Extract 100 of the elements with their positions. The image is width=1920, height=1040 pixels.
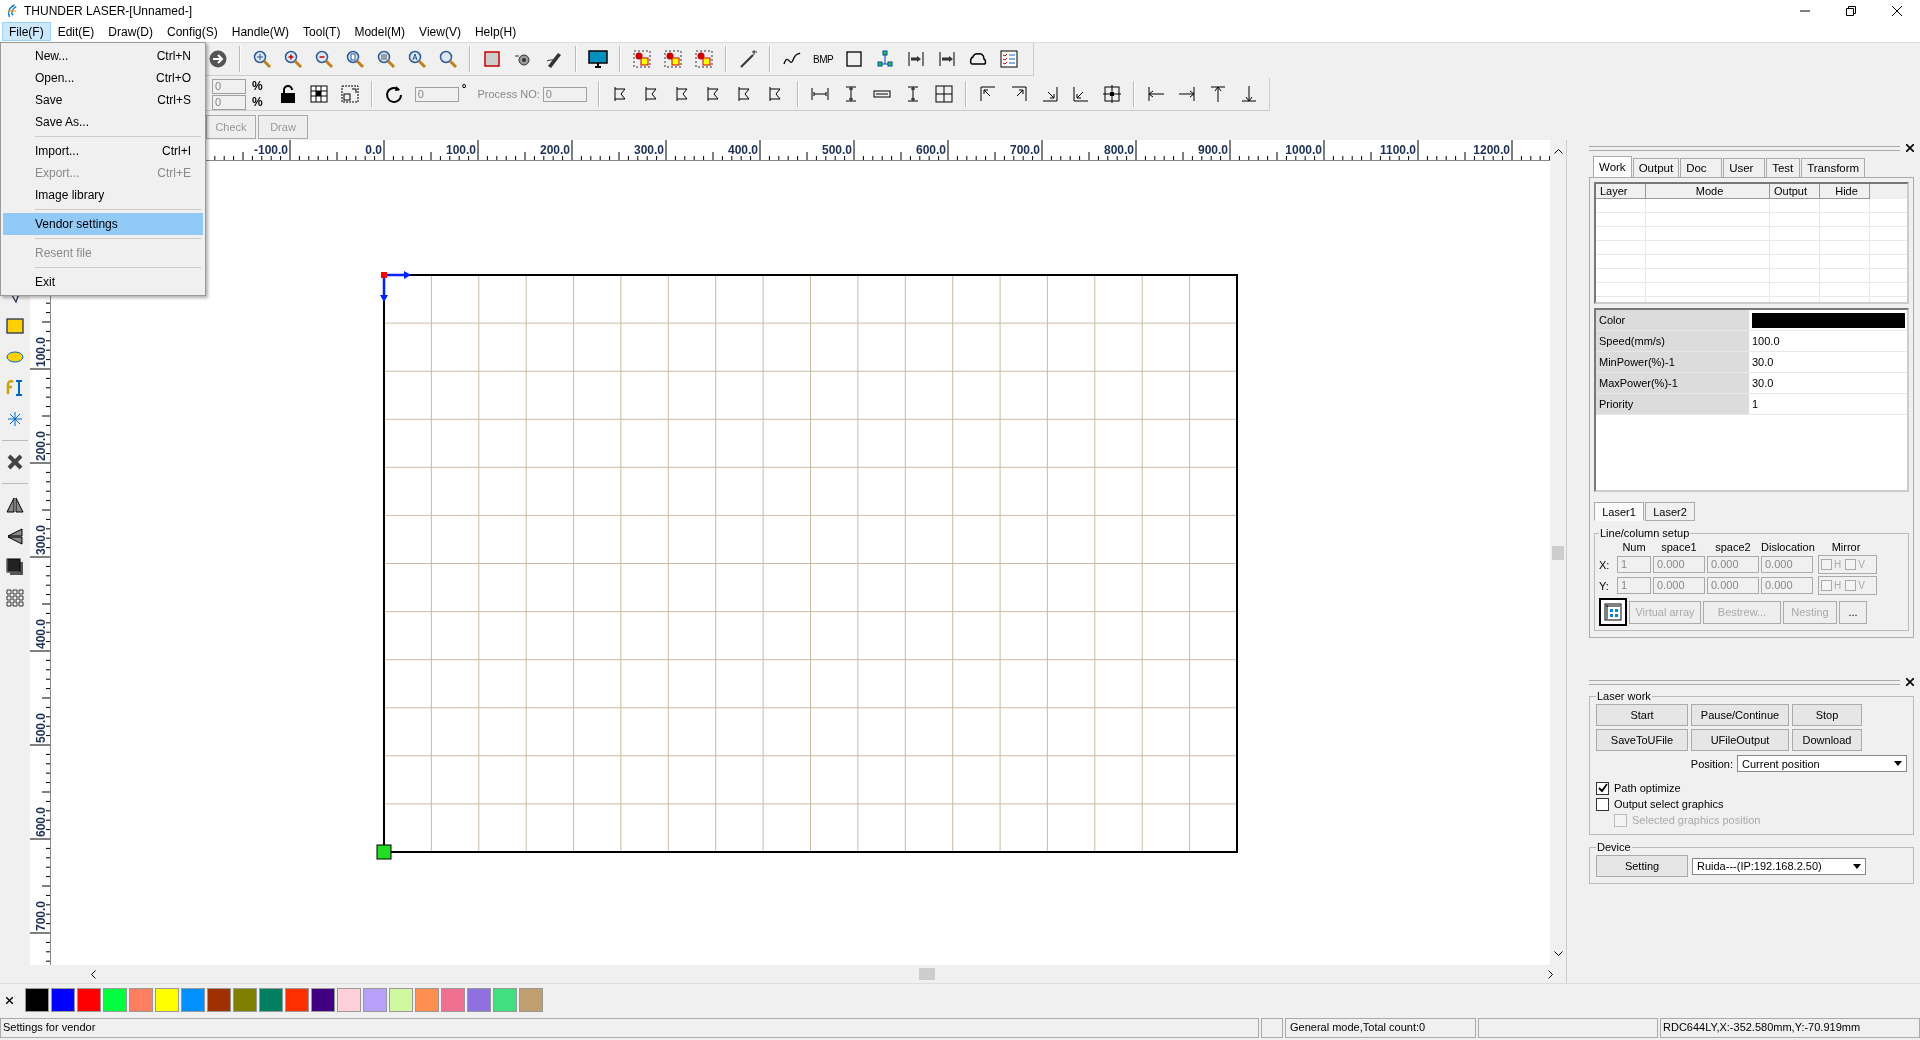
scroll-thumb[interactable]: [919, 968, 935, 980]
arrow-right-icon[interactable]: [1176, 84, 1197, 104]
select-group-icon[interactable]: [632, 49, 652, 69]
wand-icon[interactable]: [738, 49, 758, 69]
same-size-icon[interactable]: [933, 84, 954, 104]
color-swatch[interactable]: [519, 988, 543, 1012]
menu-item[interactable]: Vendor settings: [3, 213, 203, 235]
array-button[interactable]: [1599, 598, 1627, 626]
property-value[interactable]: 1: [1749, 394, 1907, 414]
menu-item[interactable]: Handle(W): [224, 22, 297, 41]
menu-item[interactable]: Save As...: [3, 111, 203, 133]
arrow-between-bars-icon[interactable]: [906, 49, 927, 69]
monitor-icon[interactable]: [588, 49, 608, 69]
menu-item[interactable]: New... Ctrl+N: [3, 45, 203, 67]
mirror-checkbox[interactable]: [1821, 580, 1832, 591]
color-swatch[interactable]: [129, 988, 153, 1012]
scroll-left-icon[interactable]: [90, 969, 96, 979]
color-swatch[interactable]: [285, 988, 309, 1012]
node-tree-icon[interactable]: [875, 49, 896, 69]
property-value[interactable]: 30.0: [1749, 373, 1907, 393]
close-icon[interactable]: [1906, 678, 1914, 686]
panel-tab[interactable]: Test: [1766, 158, 1801, 177]
color-swatch[interactable]: [207, 988, 231, 1012]
menu-item[interactable]: Edit(E): [50, 22, 102, 41]
zoom-grid-icon[interactable]: [376, 49, 396, 69]
mirror-checkbox[interactable]: [1845, 559, 1857, 570]
property-value[interactable]: 30.0: [1749, 352, 1907, 372]
bitmap-button[interactable]: BMP: [813, 53, 834, 65]
color-swatch[interactable]: [363, 988, 387, 1012]
color-swatch[interactable]: [155, 988, 179, 1012]
close-icon[interactable]: [6, 996, 13, 1004]
checklist-icon[interactable]: [999, 49, 1020, 69]
laser-work-button[interactable]: Start: [1596, 704, 1688, 726]
laser-tab[interactable]: Laser2: [1645, 502, 1695, 521]
menu-item[interactable]: Tool(T): [296, 22, 348, 41]
laser-work-button[interactable]: Pause/Continue: [1691, 704, 1789, 726]
array-grid-icon[interactable]: [5, 588, 25, 608]
center-point-icon[interactable]: [1101, 84, 1122, 104]
menu-item[interactable]: Draw(D): [101, 22, 161, 41]
arrow-to-bar-icon[interactable]: [937, 49, 958, 69]
laser-work-button[interactable]: Stop: [1792, 704, 1862, 726]
scroll-right-icon[interactable]: [1548, 969, 1554, 979]
zoom-letter-icon[interactable]: [407, 49, 427, 69]
restore-icon[interactable]: [1846, 5, 1856, 16]
select-group-icon[interactable]: [694, 49, 714, 69]
close-icon[interactable]: [1906, 144, 1914, 152]
device-dropdown[interactable]: Ruida---(IP:192.168.2.50): [1692, 857, 1866, 875]
color-swatch[interactable]: [389, 988, 413, 1012]
color-swatch[interactable]: [51, 988, 75, 1012]
panel-tab[interactable]: Transform: [1801, 158, 1866, 177]
laser-work-button[interactable]: SaveToUFile: [1596, 729, 1688, 751]
color-swatch[interactable]: [493, 988, 517, 1012]
panel-tab[interactable]: Work: [1593, 156, 1632, 177]
checkbox[interactable]: [1596, 781, 1609, 795]
color-swatch[interactable]: [103, 988, 127, 1012]
column-header[interactable]: Output: [1770, 184, 1820, 199]
menu-item[interactable]: View(V): [412, 22, 468, 41]
menu-item[interactable]: Save Ctrl+S: [3, 89, 203, 111]
scroll-thumb[interactable]: [1552, 545, 1564, 560]
mirror-vertical-icon[interactable]: [5, 526, 25, 546]
column-header[interactable]: Hide: [1820, 184, 1870, 199]
close-icon[interactable]: [1892, 5, 1902, 16]
mirror-checkbox[interactable]: [1821, 559, 1832, 570]
menu-item[interactable]: Model(M): [347, 22, 413, 41]
text-cursor-icon[interactable]: [5, 378, 25, 398]
scroll-up-icon[interactable]: [1553, 148, 1563, 154]
arrow-left-icon[interactable]: [1145, 84, 1166, 104]
panel-tab[interactable]: User: [1723, 158, 1766, 177]
square-icon[interactable]: [844, 49, 865, 69]
select-group-icon[interactable]: [663, 49, 683, 69]
zoom-in-icon[interactable]: [283, 49, 303, 69]
laser-work-button[interactable]: Download: [1792, 729, 1862, 751]
array-button[interactable]: ...: [1839, 600, 1867, 624]
grid-icon[interactable]: [308, 84, 329, 104]
color-swatch[interactable]: [25, 988, 49, 1012]
position-dropdown[interactable]: Current position: [1737, 755, 1907, 772]
color-swatch[interactable]: [1752, 312, 1905, 328]
color-swatch[interactable]: [259, 988, 283, 1012]
menu-item[interactable]: Help(H): [467, 22, 524, 41]
color-swatch[interactable]: [181, 988, 205, 1012]
column-header[interactable]: Layer: [1596, 184, 1646, 199]
panel-tab[interactable]: Output: [1632, 158, 1680, 177]
mirror-horizontal-icon[interactable]: [5, 495, 25, 515]
panel-tab[interactable]: Doc: [1680, 158, 1723, 177]
frame-icon[interactable]: [482, 49, 502, 69]
color-swatch[interactable]: [77, 988, 101, 1012]
delete-icon[interactable]: [5, 452, 25, 472]
rectangle-icon[interactable]: [5, 316, 25, 336]
color-swatch[interactable]: [337, 988, 361, 1012]
menu-item[interactable]: Open... Ctrl+O: [3, 67, 203, 89]
property-value[interactable]: 100.0: [1749, 331, 1907, 351]
zoom-page-icon[interactable]: [345, 49, 365, 69]
color-swatch[interactable]: [441, 988, 465, 1012]
laser-work-button[interactable]: UFileOutput: [1691, 729, 1789, 751]
mirror-checkbox[interactable]: [1845, 580, 1857, 591]
resize-box-icon[interactable]: [339, 84, 360, 104]
color-swatch[interactable]: [311, 988, 335, 1012]
color-swatch[interactable]: [467, 988, 491, 1012]
menu-item[interactable]: Config(S): [160, 22, 225, 41]
scroll-down-icon[interactable]: [1553, 951, 1563, 957]
